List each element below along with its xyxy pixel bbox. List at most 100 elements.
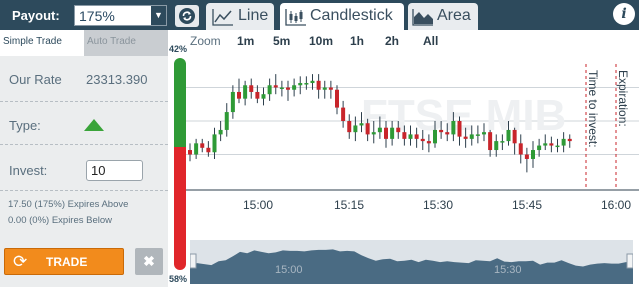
candle-body [445,132,450,135]
cancel-button[interactable]: ✖ [135,248,163,275]
sentiment-bar [174,58,186,270]
candle-body [518,143,523,155]
divider [0,101,168,102]
candle-body [420,138,425,142]
candle-body [328,87,333,90]
candle-body [249,85,254,92]
zoom-2h[interactable]: 2h [385,34,399,48]
candle-body [537,145,542,151]
x-tick-label: 16:00 [601,198,632,212]
candle-body [531,150,535,159]
divider [0,144,168,145]
candle-body [243,85,248,99]
candle-body [292,85,297,90]
our-rate-label: Our Rate [9,72,62,87]
candle-body [500,141,505,143]
candlestick-chart[interactable]: FTSE MIB Time to invest: Expiration: [186,50,639,196]
call-up-arrow-icon[interactable] [84,119,104,131]
candle-body [359,123,364,126]
candle-body [451,121,456,135]
candle-body [200,143,205,148]
candle-body [230,91,235,113]
zoom-5m[interactable]: 5m [273,34,290,48]
candle-body [365,123,370,135]
candle-body [390,127,395,139]
chevron-down-icon[interactable]: ▼ [151,6,166,25]
our-rate-value: 23313.390 [86,72,148,87]
zoom-label: Zoom [190,34,221,48]
candle-body [561,138,566,146]
payout-select[interactable]: 175% ▼ [74,5,167,26]
candle-body [341,107,346,121]
candle-body [261,94,266,99]
sentiment-down-fill [174,147,186,270]
zoom-1h[interactable]: 1h [350,34,364,48]
candle-body [414,134,419,139]
candle-body [549,143,554,146]
tab-line-label: Line [238,7,269,24]
candle-body [298,83,303,86]
tab-candlestick[interactable]: Candlestick [280,3,404,30]
candle-body [469,134,474,139]
navigator-tick-label: 15:30 [494,264,522,276]
x-tick-label: 15:15 [334,198,365,212]
zoom-all[interactable]: All [423,34,438,48]
tab-line[interactable]: Line [206,3,274,30]
tab-auto-trade[interactable]: Auto Trade [84,30,168,56]
candle-body [488,132,493,151]
navigator-series[interactable] [190,240,633,284]
area-chart-icon [412,9,433,26]
expiration-label: Expiration: [616,70,630,127]
candle-body [482,132,486,135]
tab-simple-trade[interactable]: Simple Trade [0,30,84,56]
candle-body [218,129,223,135]
invest-input[interactable] [86,160,143,181]
navigator-area [190,249,633,284]
candle-body [463,136,468,139]
payout-label: Payout: [12,8,60,23]
trade-panel: Simple Trade Auto Trade Our Rate 23313.3… [0,30,168,287]
candle-body [426,141,431,144]
top-bar: Payout: 175% ▼ Line Candlestick Area i [0,0,639,30]
trade-button[interactable]: ⟳ TRADE [4,248,124,275]
navigator-left-handle[interactable] [190,253,197,269]
candle-body [433,129,437,144]
candle-body [353,125,358,133]
x-tick-label: 15:45 [512,198,543,212]
candle-body [402,132,407,139]
candle-body [475,134,480,136]
candle-body [206,147,211,153]
candle-body [408,134,413,139]
candle-body [310,80,315,84]
candle-body [212,134,217,153]
candle-body [506,129,511,142]
navigator-tick-label: 15:00 [275,264,303,276]
sentiment-bottom-label: 58% [169,274,188,284]
candle-body [304,83,309,85]
candle-body [194,143,199,155]
candlestick-icon [285,9,306,26]
zoom-10m[interactable]: 10m [309,34,333,48]
sentiment-up-fill [174,58,186,148]
expires-above-text: 17.50 (175%) Expires Above [8,199,129,210]
candle-body [396,127,401,133]
divider [0,190,168,191]
time-to-invest-label: Time to invest: [586,70,600,148]
refresh-button[interactable] [175,5,199,27]
candle-body [524,154,529,159]
candle-body [347,121,352,133]
candle-body [494,141,499,151]
navigator-right-handle[interactable] [626,253,633,269]
candle-body [371,132,376,135]
candle-body [286,87,290,90]
refresh-icon: ⟳ [13,252,28,271]
info-icon[interactable]: i [613,3,635,25]
tab-area[interactable]: Area [408,3,478,30]
zoom-1m[interactable]: 1m [237,34,254,48]
candle-body [267,85,272,95]
tab-candlestick-label: Candlestick [310,7,393,24]
candle-body [188,150,192,155]
expiry-markers: Time to invest: Expiration: [585,64,630,188]
sentiment-top-label: 42% [169,44,188,54]
type-label: Type: [9,118,41,133]
